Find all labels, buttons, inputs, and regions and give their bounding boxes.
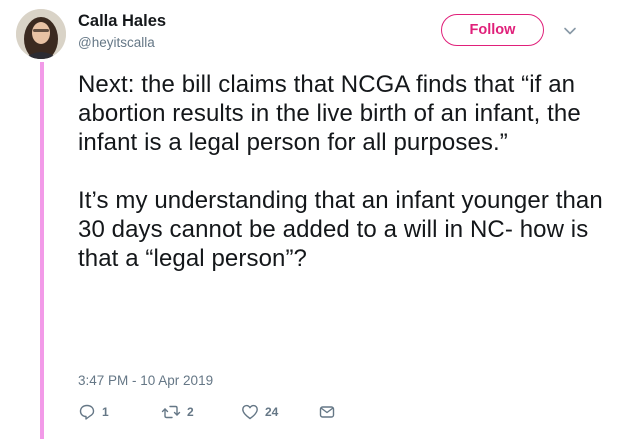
tweet-paragraph: Next: the bill claims that NCGA finds th… [78, 71, 581, 156]
chevron-down-icon[interactable] [563, 24, 577, 38]
retweet-count: 2 [187, 405, 194, 419]
thread-line [40, 62, 44, 439]
message-button[interactable] [318, 403, 336, 421]
profile-photo-icon [16, 9, 66, 59]
author-name[interactable]: Calla Hales [78, 12, 166, 31]
author-handle[interactable]: @heyitscalla [78, 35, 155, 50]
message-icon [319, 406, 335, 418]
like-icon [242, 404, 258, 420]
like-count: 24 [265, 405, 279, 419]
timestamp[interactable]: 3:47 PM - 10 Apr 2019 [78, 373, 213, 388]
reply-count: 1 [102, 405, 109, 419]
avatar[interactable] [16, 9, 66, 59]
like-button[interactable]: 24 [241, 403, 278, 421]
retweet-icon [161, 405, 181, 419]
retweet-button[interactable]: 2 [161, 403, 194, 421]
tweet-paragraph: It’s my understanding that an infant you… [78, 187, 603, 272]
reply-button[interactable]: 1 [78, 403, 109, 421]
follow-button[interactable]: Follow [441, 14, 544, 46]
reply-icon [79, 404, 95, 420]
tweet-text: Next: the bill claims that NCGA finds th… [78, 70, 608, 273]
